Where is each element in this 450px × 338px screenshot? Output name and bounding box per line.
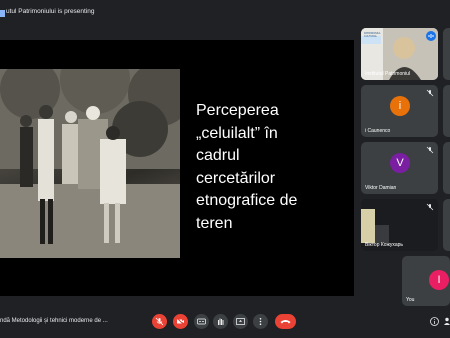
bottom-control-bar: ndă Metodologii și tehnici moderne de ..… (0, 306, 450, 338)
participant-avatar: i (390, 96, 410, 116)
slide-title-text: Perceperea „celuilalt” în cadrul cercetă… (196, 100, 336, 235)
closed-captions-icon (197, 318, 206, 325)
more-vert-icon (259, 318, 262, 325)
call-end-icon (280, 320, 291, 324)
slide-line: „celuilalt” în (196, 124, 278, 142)
slide-line: teren (196, 214, 233, 232)
hand-icon (218, 318, 224, 325)
participant-tile[interactable]: V Viktor Damian (361, 142, 438, 194)
camera-off-icon (176, 317, 185, 326)
participant-avatar: I (429, 270, 449, 290)
meeting-title: ndă Metodologii și tehnici moderne de ..… (0, 318, 108, 324)
people-icon[interactable] (444, 317, 450, 326)
slide-line: Perceperea (196, 102, 279, 119)
more-options-button[interactable] (253, 314, 268, 329)
top-bar: utul Patrimoniului is presenting (0, 0, 450, 26)
participant-tile-partial[interactable] (443, 142, 450, 194)
mic-off-icon (426, 89, 434, 97)
speaking-indicator-icon (426, 31, 436, 41)
self-view-tile[interactable]: I You (402, 256, 450, 306)
presentation-stage[interactable]: Perceperea „celuilalt” în cadrul cercetă… (0, 40, 354, 296)
captions-button[interactable] (194, 314, 209, 329)
participant-tile-partial[interactable] (443, 199, 450, 251)
camera-toggle-button[interactable] (173, 314, 188, 329)
presenting-title: utul Patrimoniului is presenting (6, 8, 95, 15)
participant-avatar: V (390, 153, 410, 173)
participant-tile-partial[interactable] (443, 28, 450, 80)
present-now-button[interactable] (233, 314, 248, 329)
microphone-toggle-button[interactable] (152, 314, 167, 329)
mic-off-icon (426, 203, 434, 211)
participant-tile[interactable]: PATRIMONIUL CULTURAL Institutul Patrimon… (361, 28, 438, 80)
slide-line: cadrul (196, 147, 240, 164)
leave-call-button[interactable] (275, 314, 296, 329)
participant-name: Institutul Patrimoniul (365, 71, 411, 77)
present-screen-icon (236, 318, 245, 325)
slide-line: cercetărilor (196, 169, 276, 187)
participant-tile[interactable]: Віктор Кожухарь (361, 199, 438, 251)
raise-hand-button[interactable] (213, 314, 228, 329)
slide-photo-image (0, 69, 180, 258)
participant-name: Viktor Damian (365, 185, 397, 191)
participant-name: i Caunenco (365, 128, 391, 134)
participant-tile-partial[interactable] (443, 85, 450, 137)
patrimoniul-logo-text: PATRIMONIUL CULTURAL (364, 32, 381, 38)
meeting-details-icon[interactable] (430, 317, 439, 326)
mic-off-icon (426, 146, 434, 154)
mic-off-icon (155, 317, 164, 326)
slide-line: etnografice de (196, 192, 298, 209)
participant-name: Віктор Кожухарь (365, 242, 404, 248)
participant-name: You (406, 297, 415, 303)
participant-tile[interactable]: i i Caunenco (361, 85, 438, 137)
slide-photo (0, 69, 180, 258)
